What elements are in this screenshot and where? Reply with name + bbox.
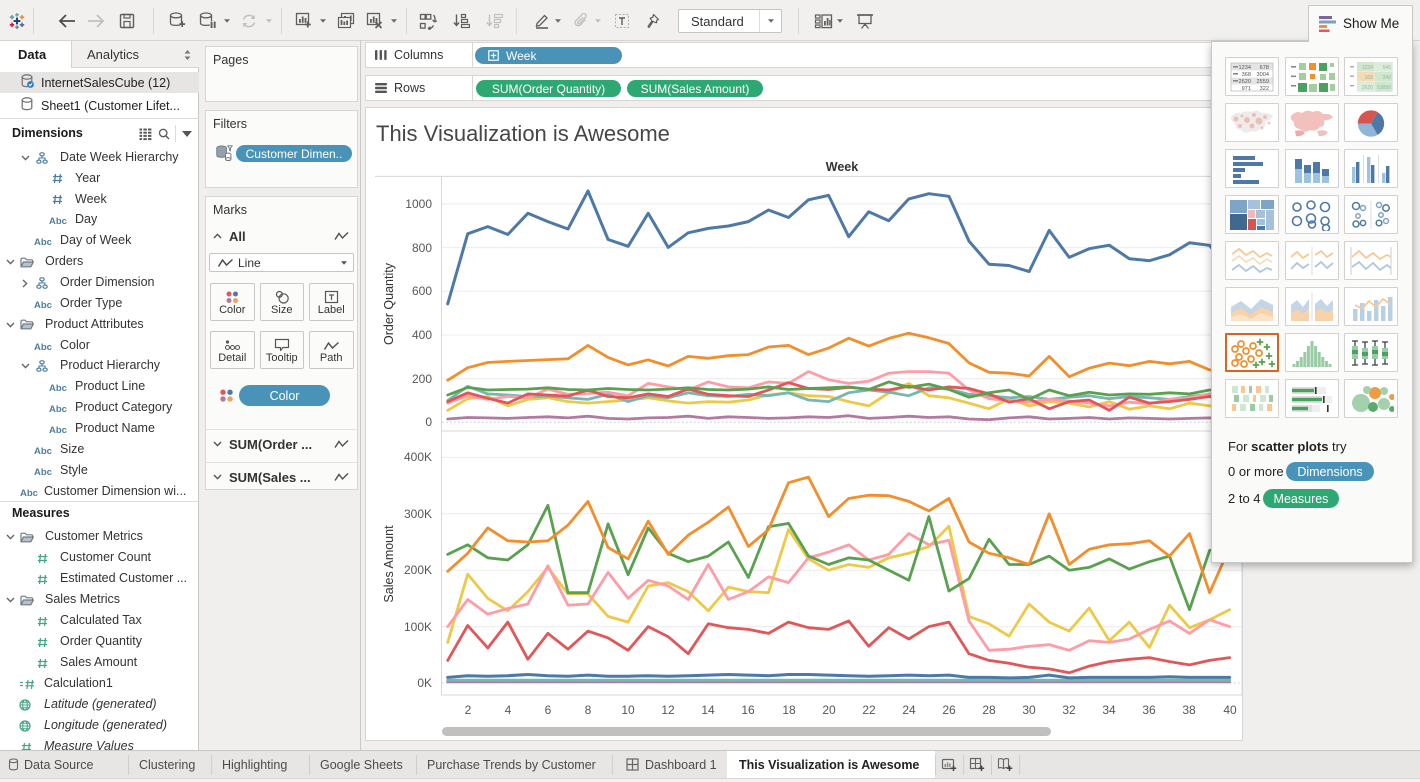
svg-text:53890: 53890: [1377, 85, 1391, 91]
svg-text:2620: 2620: [1362, 85, 1373, 91]
svg-text:971: 971: [1242, 86, 1251, 92]
svg-text:2559: 2559: [1257, 79, 1269, 85]
svg-text:368: 368: [1365, 75, 1374, 81]
svg-text:678: 678: [1260, 65, 1269, 71]
svg-text:340: 340: [1383, 75, 1392, 81]
svg-text:2620: 2620: [1239, 79, 1251, 85]
svg-text:546: 546: [1383, 65, 1392, 71]
svg-text:1234: 1234: [1239, 65, 1251, 71]
svg-text:368: 368: [1242, 72, 1251, 78]
svg-text:3004: 3004: [1257, 72, 1269, 78]
svg-text:322: 322: [1260, 86, 1269, 92]
svg-text:1234: 1234: [1362, 65, 1373, 71]
